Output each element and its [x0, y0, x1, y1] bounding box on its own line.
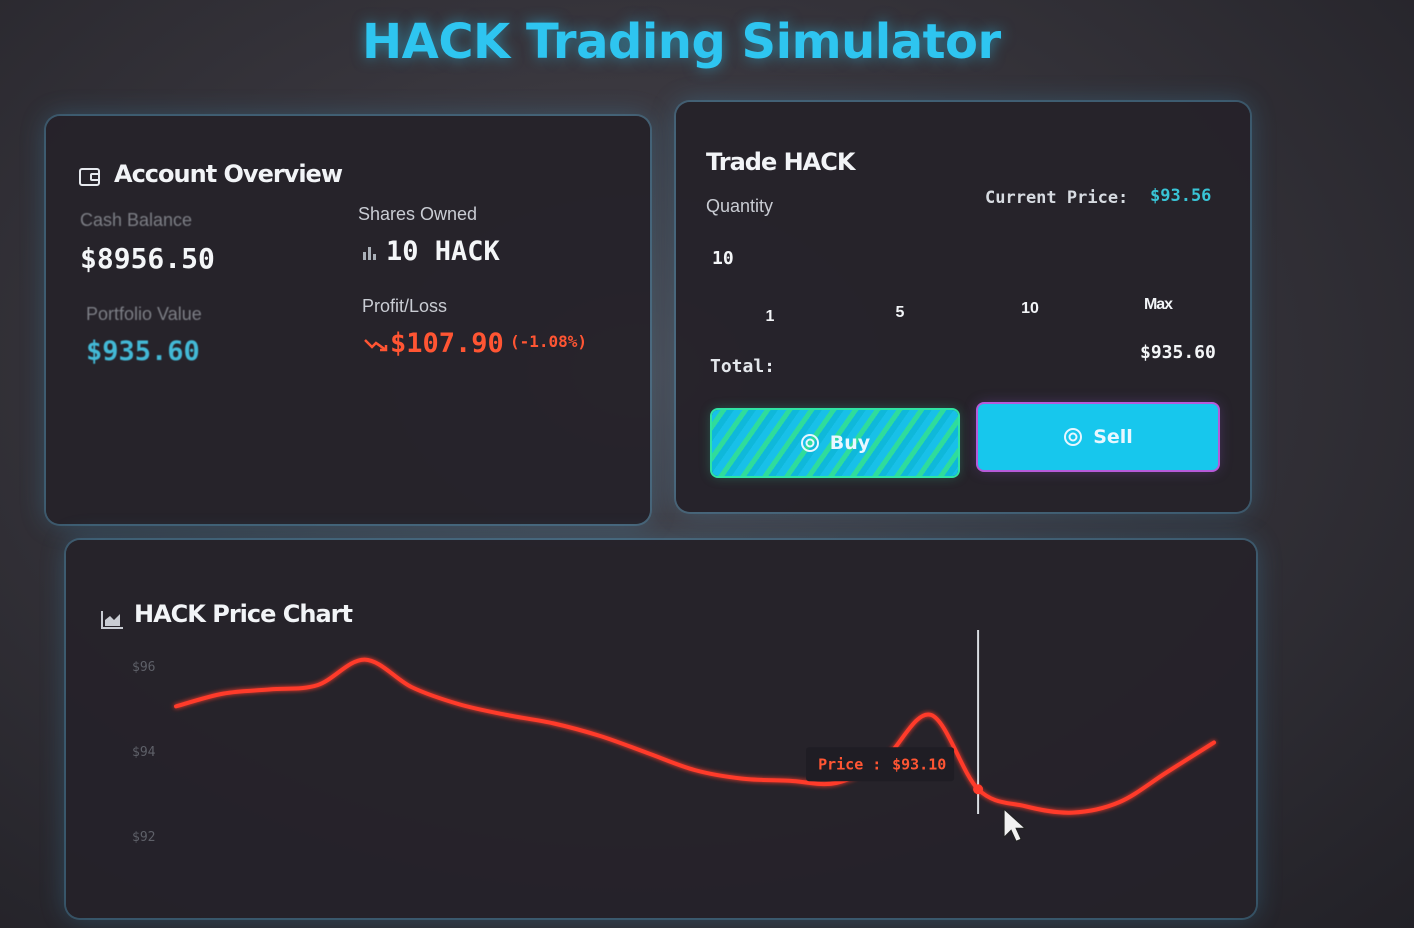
- chart-tooltip: Price : $93.10: [806, 747, 955, 782]
- account-overview-heading: Account Overview: [114, 160, 343, 188]
- price-chart-card: HACK Price Chart $96 $94 $92 Price : $93.1…: [66, 540, 1256, 918]
- total-value: $935.60: [1140, 342, 1216, 363]
- current-price-value: $93.56: [1150, 186, 1212, 206]
- quantity-option-1[interactable]: 1: [750, 308, 790, 326]
- quantity-option-5[interactable]: 5: [880, 304, 920, 322]
- profit-loss-label: Profit/Loss: [362, 296, 448, 316]
- coin-icon: [1064, 428, 1083, 446]
- tooltip-value: $93.10: [892, 755, 946, 773]
- y-tick-label: $94: [132, 745, 156, 760]
- trade-heading: Trade HACK: [706, 148, 855, 176]
- hover-point: [973, 784, 984, 795]
- trade-card: Trade HACK Quantity Current Price: $93.5…: [676, 102, 1250, 512]
- profit-loss-percent: (-1.08%): [510, 332, 588, 351]
- price-line: [174, 657, 1216, 815]
- shares-owned-label: Shares Owned: [358, 204, 478, 224]
- quantity-option-max[interactable]: Max: [1138, 296, 1178, 314]
- y-tick-label: $92: [132, 830, 155, 845]
- buy-button-label: Buy: [829, 432, 871, 454]
- portfolio-value-label: Portfolio Value: [86, 304, 202, 324]
- wallet-icon: [79, 168, 100, 186]
- current-price-label: Current Price:: [985, 188, 1129, 208]
- cash-balance-label: Cash Balance: [80, 210, 193, 230]
- y-tick-label: $96: [132, 660, 155, 675]
- coin-icon: [800, 434, 819, 452]
- sell-button[interactable]: Sell: [978, 404, 1218, 470]
- trend-down-icon: [364, 339, 388, 352]
- mouse-cursor-icon: [1003, 808, 1027, 842]
- buy-button[interactable]: Buy: [712, 410, 958, 476]
- portfolio-value: $935.60: [86, 336, 200, 367]
- tooltip-label: Price :: [818, 755, 881, 773]
- app-title: HACK Trading Simulator: [362, 14, 1001, 70]
- shares-owned-value: 10 HACK: [386, 236, 500, 267]
- profit-loss-value: $107.90: [390, 328, 504, 359]
- price-chart[interactable]: $96 $94 $92 Price : $93.10: [66, 540, 1256, 918]
- cash-balance-value: $8956.50: [80, 242, 215, 275]
- total-label: Total:: [710, 356, 776, 377]
- bar-chart-icon: [363, 247, 376, 260]
- quantity-option-10[interactable]: 10: [1010, 300, 1050, 318]
- quantity-input[interactable]: [712, 242, 832, 274]
- sell-button-label: Sell: [1093, 426, 1133, 448]
- account-overview-card: Account Overview Cash Balance $8956.50 S…: [46, 116, 650, 524]
- quantity-label: Quantity: [706, 196, 774, 216]
